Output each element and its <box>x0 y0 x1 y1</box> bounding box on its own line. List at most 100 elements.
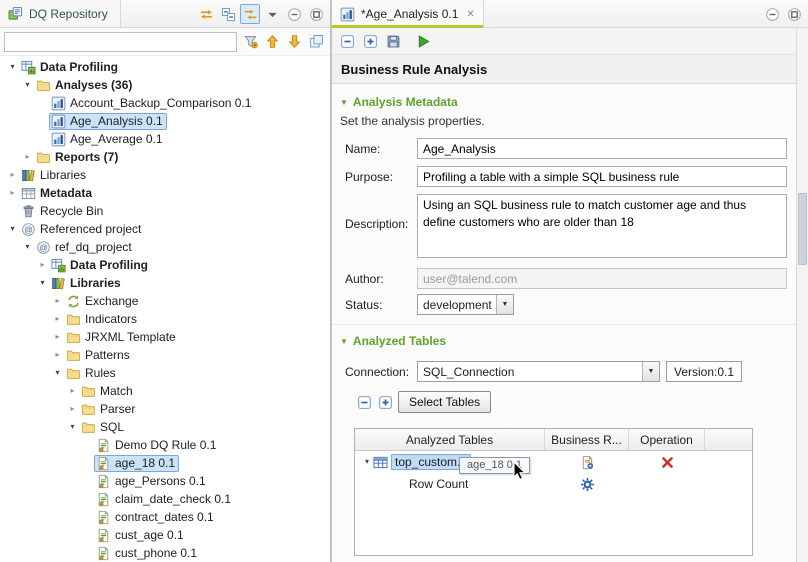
expand-arrow-icon[interactable]: ▸ <box>6 184 19 202</box>
select-tables-button[interactable]: Select Tables <box>398 391 491 413</box>
filter-icon[interactable] <box>240 32 260 52</box>
expand-arrow-icon[interactable]: ▸ <box>51 292 64 310</box>
tree-item[interactable]: ▾@Referenced project <box>0 220 330 238</box>
expand-sections-icon[interactable] <box>360 31 380 51</box>
expand-arrow-icon[interactable]: ▾ <box>21 76 34 94</box>
tree-item[interactable]: ▸Indicators <box>0 310 330 328</box>
section-analyzed-tables[interactable]: ▼ Analyzed Tables <box>340 334 446 348</box>
tree-item[interactable]: cust_age 0.1 <box>0 526 330 544</box>
tree-item[interactable]: ▸Data Profiling <box>0 256 330 274</box>
vertical-scrollbar[interactable] <box>796 28 808 562</box>
close-tab-icon[interactable]: ✕ <box>466 9 474 20</box>
tree-item[interactable]: Recycle Bin <box>0 202 330 220</box>
run-icon[interactable] <box>413 31 433 51</box>
connection-dropdown[interactable]: SQL_Connection ▼ <box>417 361 660 382</box>
tree-item[interactable]: ▾@ref_dq_project <box>0 238 330 256</box>
tree-item[interactable]: Age_Average 0.1 <box>0 130 330 148</box>
expand-arrow-icon[interactable]: ▾ <box>6 220 19 238</box>
description-field[interactable]: Using an SQL business rule to match cust… <box>417 194 787 258</box>
tree-item[interactable]: ▸Match <box>0 382 330 400</box>
expand-arrow-icon[interactable]: ▸ <box>6 166 19 184</box>
tree-item[interactable]: ▸ Reports (7) <box>0 148 330 166</box>
move-down-icon[interactable] <box>284 32 304 52</box>
expand-arrow-icon[interactable]: ▾ <box>21 238 34 256</box>
expand-arrow-icon[interactable]: ▾ <box>51 364 64 382</box>
svg-text:@: @ <box>39 242 48 252</box>
filter-input[interactable] <box>4 32 237 52</box>
column-header-operation[interactable]: Operation <box>629 429 705 450</box>
gear-icon[interactable] <box>580 477 595 492</box>
tree-item[interactable]: ▾Data Profiling <box>0 58 330 76</box>
dropdown-arrow-icon[interactable]: ▼ <box>496 295 513 314</box>
link-editor-icon[interactable] <box>240 4 260 24</box>
expand-arrow-icon[interactable]: ▾ <box>361 453 373 471</box>
expand-arrow-icon[interactable]: ▸ <box>51 328 64 346</box>
name-field[interactable] <box>417 138 787 159</box>
column-header-analyzed-tables[interactable]: Analyzed Tables <box>355 429 545 450</box>
rule-icon <box>96 510 111 525</box>
connection-value: SQL_Connection <box>418 362 642 381</box>
tree-item[interactable]: ▸JRXML Template <box>0 328 330 346</box>
tree-item[interactable]: age_18 0.1 <box>0 454 330 472</box>
author-label: Author: <box>345 272 384 286</box>
tree-item-label: Age_Average 0.1 <box>70 132 163 146</box>
tree-item[interactable]: ▸Metadata <box>0 184 330 202</box>
collapse-sections-icon[interactable] <box>337 31 357 51</box>
tree-item[interactable]: claim_date_check 0.1 <box>0 490 330 508</box>
editor-content: ▼ Analysis Metadata Set the analysis pro… <box>332 84 796 562</box>
tree-item[interactable]: Age_Analysis 0.1 <box>0 112 330 130</box>
section-analysis-metadata[interactable]: ▼ Analysis Metadata <box>340 95 458 109</box>
tree-item[interactable]: ▾SQL <box>0 418 330 436</box>
tree-item[interactable]: ▾Libraries <box>0 274 330 292</box>
tree-item-label: Reports (7) <box>55 150 118 164</box>
view-menu-icon[interactable] <box>262 4 282 24</box>
tree-item[interactable]: ▸Patterns <box>0 346 330 364</box>
analyzed-table-body: ▾top_custom...Row Count <box>355 451 752 495</box>
tree-item[interactable]: ▸Libraries <box>0 166 330 184</box>
expand-arrow-icon[interactable]: ▾ <box>6 58 19 76</box>
expand-arrow-icon[interactable]: ▸ <box>66 400 79 418</box>
expand-arrow-icon[interactable]: ▸ <box>66 382 79 400</box>
tab-age-analysis[interactable]: *Age_Analysis 0.1 ✕ <box>332 0 484 28</box>
tree-item[interactable]: Demo DQ Rule 0.1 <box>0 436 330 454</box>
tree-item[interactable]: age_Persons 0.1 <box>0 472 330 490</box>
maximize-icon[interactable] <box>784 4 804 24</box>
tree-item[interactable]: contract_dates 0.1 <box>0 508 330 526</box>
section-collapse-icon[interactable]: ▼ <box>340 98 348 107</box>
tree-item[interactable]: Account_Backup_Comparison 0.1 <box>0 94 330 112</box>
tab-dq-repository[interactable]: DQ Repository <box>0 0 121 27</box>
tree-item[interactable]: cust_phone 0.1 <box>0 544 330 562</box>
section-collapse-icon[interactable]: ▼ <box>340 337 348 346</box>
status-dropdown[interactable]: development ▼ <box>417 294 514 315</box>
refresh-icon[interactable] <box>196 4 216 24</box>
tree-item[interactable]: ▸Exchange <box>0 292 330 310</box>
table-row[interactable]: ▾top_custom... <box>355 451 752 473</box>
delete-icon[interactable] <box>660 455 675 470</box>
table-row[interactable]: Row Count <box>355 473 752 495</box>
business-rule-icon[interactable] <box>580 455 595 470</box>
minimize-icon[interactable] <box>762 4 782 24</box>
expand-arrow-icon[interactable]: ▾ <box>36 274 49 292</box>
purpose-field[interactable] <box>417 166 787 187</box>
expand-arrow-icon[interactable]: ▸ <box>51 346 64 364</box>
dropdown-arrow-icon[interactable]: ▼ <box>642 362 659 381</box>
project-icon: @ <box>36 240 51 255</box>
open-view-icon[interactable] <box>306 32 326 52</box>
expand-arrow-icon[interactable]: ▸ <box>36 256 49 274</box>
tree-item[interactable]: ▾Rules <box>0 364 330 382</box>
expand-rows-button[interactable] <box>376 393 394 411</box>
expand-arrow-icon[interactable]: ▸ <box>51 310 64 328</box>
mouse-cursor <box>513 461 527 481</box>
minimize-icon[interactable] <box>284 4 304 24</box>
tree-item[interactable]: ▸Parser <box>0 400 330 418</box>
tree-item[interactable]: ▾Analyses (36) <box>0 76 330 94</box>
column-header-business-rule[interactable]: Business R... <box>545 429 629 450</box>
collapse-all-icon[interactable] <box>218 4 238 24</box>
collapse-rows-button[interactable] <box>355 393 373 411</box>
expand-arrow-icon[interactable]: ▸ <box>21 148 34 166</box>
save-icon[interactable] <box>383 31 403 51</box>
maximize-icon[interactable] <box>306 4 326 24</box>
scrollbar-thumb[interactable] <box>798 193 807 265</box>
move-up-icon[interactable] <box>262 32 282 52</box>
expand-arrow-icon[interactable]: ▾ <box>66 418 79 436</box>
